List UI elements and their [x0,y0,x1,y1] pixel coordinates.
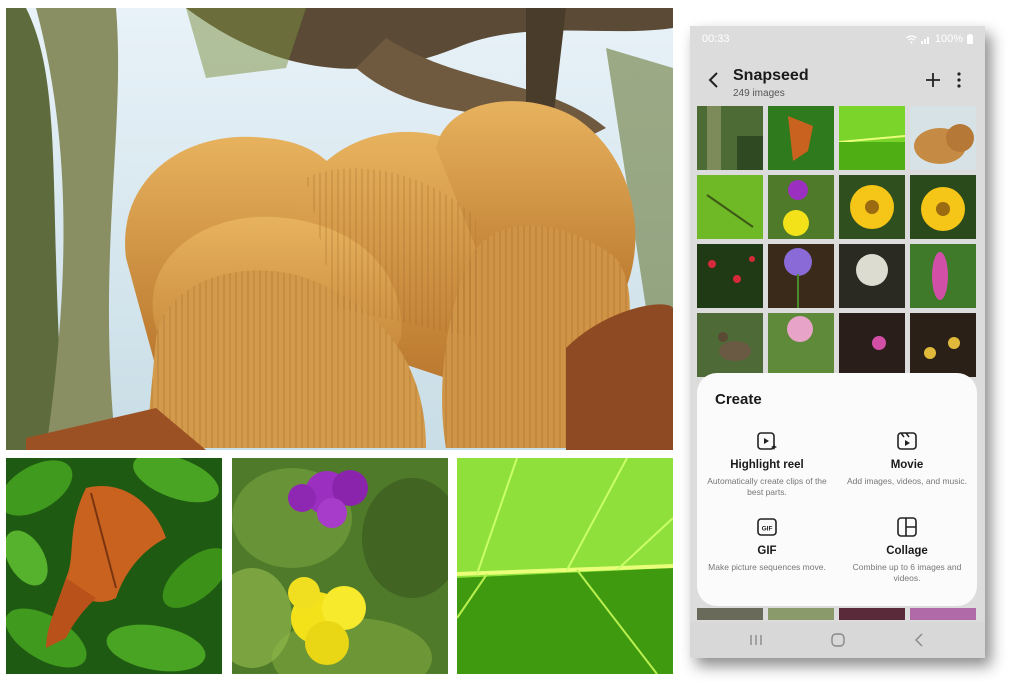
collage-description: Combine up to 6 images and videos. [852,562,962,583]
chevron-left-icon[interactable] [704,70,724,90]
battery-icon [967,34,973,44]
mushroom-photo [6,8,673,450]
purple-yellow-flowers-photo [232,458,448,674]
image-thumbnail[interactable] [910,106,976,170]
home-icon[interactable] [829,631,847,649]
movie-description: Add images, videos, and music. [847,476,968,486]
image-thumbnail[interactable] [768,175,834,239]
image-thumbnail[interactable] [768,313,834,377]
image-thumbnail[interactable] [839,313,905,377]
create-bottom-sheet: Create Highlight reel Automatically crea… [697,373,977,606]
album-title: Snapseed [733,67,809,84]
image-thumbnail[interactable] [697,175,763,239]
gif-label: GIF [757,545,777,557]
signal-icon [920,36,929,44]
image-thumbnail[interactable] [839,106,905,170]
status-icons: 100% [905,33,973,45]
clapper-icon [896,430,918,452]
image-thumbnail[interactable] [910,313,976,377]
image-thumbnail[interactable] [839,608,905,620]
phone-screen: 00:33 100% Snapseed 249 images Create Hi… [690,26,985,658]
image-thumbnail[interactable] [697,106,763,170]
image-thumbnail[interactable] [697,244,763,308]
album-header: Snapseed 249 images [690,54,985,104]
album-count: 249 images [733,88,785,99]
collage-option[interactable]: Collage Combine up to 6 images and video… [837,516,977,583]
image-thumbnail[interactable] [910,244,976,308]
svg-text:GIF: GIF [762,526,773,533]
image-thumbnail[interactable] [839,175,905,239]
green-leaf-closeup-photo [457,458,673,674]
gif-option[interactable]: GIF GIF Make picture sequences move. [697,516,837,573]
gif-description: Make picture sequences move. [708,562,826,572]
movie-label: Movie [890,459,924,471]
collage-icon [896,516,918,538]
image-thumbnail[interactable] [768,608,834,620]
create-sheet-title: Create [715,391,762,408]
image-thumbnail[interactable] [768,106,834,170]
image-thumbnail[interactable] [910,608,976,620]
play-sparkle-icon [756,430,778,452]
battery-percent: 100% [934,33,963,45]
highlight-reel-option[interactable]: Highlight reel Automatically create clip… [697,430,837,497]
collage-label: Collage [886,545,928,557]
image-thumbnail[interactable] [768,244,834,308]
autumn-leaf-photo [6,458,222,674]
image-thumbnail[interactable] [910,175,976,239]
image-thumbnail[interactable] [697,313,763,377]
movie-option[interactable]: Movie Add images, videos, and music. [837,430,977,487]
system-nav-bar [690,622,985,658]
highlight-reel-description: Automatically create clips of the best p… [707,476,827,497]
wifi-icon [905,34,917,43]
more-vertical-icon[interactable] [953,71,965,89]
highlight-reel-label: Highlight reel [730,459,804,471]
plus-icon[interactable] [924,71,942,89]
image-thumbnail[interactable] [697,608,763,620]
recents-icon[interactable] [747,631,765,649]
grid-row-peek [697,608,978,620]
back-icon[interactable] [911,631,929,649]
gif-icon: GIF [756,516,778,538]
image-thumbnail[interactable] [839,244,905,308]
status-bar: 00:33 100% [690,26,985,52]
status-time: 00:33 [702,33,730,45]
